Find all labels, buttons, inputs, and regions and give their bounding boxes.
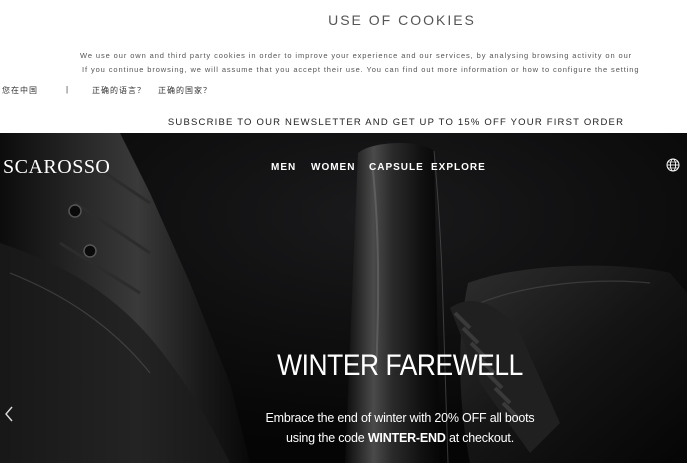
nav-men[interactable]: MEN [271, 162, 296, 173]
hero-title: WINTER FAREWELL [277, 349, 523, 382]
desc-prefix: using the code [286, 431, 368, 445]
promo-code: WINTER-END [367, 431, 446, 445]
cookie-text-line1: We use our own and third party cookies i… [80, 51, 633, 60]
newsletter-promo-banner[interactable]: SUBSCRIBE TO OUR NEWSLETTER AND GET UP T… [0, 117, 687, 128]
desc-suffix: at checkout. [445, 431, 514, 445]
nav-explore[interactable]: EXPLORE [431, 162, 486, 173]
chevron-left-icon[interactable] [4, 405, 14, 423]
current-country-label: 您在中国 [2, 86, 38, 95]
cookie-text-line2: If you continue browsing, we will assume… [82, 65, 640, 74]
hero-banner[interactable]: SCAROSSO MEN WOMEN CAPSULE EXPLORE WINTE… [0, 133, 687, 463]
nav-women[interactable]: WOMEN [311, 162, 355, 173]
change-language-link[interactable]: 正确的语言？ [92, 85, 146, 96]
change-country-link[interactable]: 正确的国家？ [158, 85, 212, 96]
hero-description-line2: using the code WINTER-END at checkout. [0, 431, 687, 445]
brand-logo[interactable]: SCAROSSO [3, 156, 110, 179]
hero-description-line1: Embrace the end of winter with 20% OFF a… [265, 411, 535, 425]
locale-separator: | [66, 85, 70, 94]
locale-bar: 您在中国 | 正确的语言？ 正确的国家？ [0, 85, 687, 97]
cookie-title: USE OF COOKIES [328, 12, 476, 28]
nav-capsule[interactable]: CAPSULE [369, 162, 424, 173]
globe-icon[interactable] [666, 158, 680, 172]
